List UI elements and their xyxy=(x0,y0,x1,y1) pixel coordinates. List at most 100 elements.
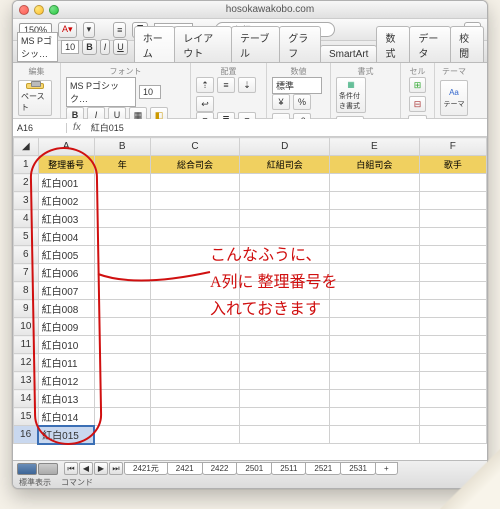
col-header[interactable]: E xyxy=(330,138,420,156)
cell[interactable]: 紅白011 xyxy=(38,354,94,372)
minimize-icon[interactable] xyxy=(34,5,44,15)
percent-icon[interactable]: % xyxy=(293,94,311,110)
tab-smartart[interactable]: SmartArt xyxy=(320,45,377,62)
row-header[interactable]: 8 xyxy=(14,282,39,300)
insert-cell-icon[interactable]: ⊞ xyxy=(409,77,427,93)
cell[interactable]: 紅白014 xyxy=(38,408,94,426)
themes-button[interactable]: Aa テーマ xyxy=(440,80,468,116)
cell[interactable]: 紅白009 xyxy=(38,318,94,336)
zoom-icon[interactable] xyxy=(49,5,59,15)
align-top-icon[interactable]: ⇡ xyxy=(196,77,214,93)
cell[interactable]: 紅白001 xyxy=(38,174,94,192)
row-header[interactable]: 15 xyxy=(14,408,39,426)
ribbon-fontsize-select[interactable]: 10 xyxy=(139,85,161,99)
row-header[interactable]: 2 xyxy=(14,174,39,192)
cell[interactable]: 紅白006 xyxy=(38,264,94,282)
cell[interactable] xyxy=(94,174,150,192)
formula-value[interactable]: 紅白015 xyxy=(87,121,487,134)
paste-button[interactable]: ペースト xyxy=(18,80,52,116)
align-bot-icon[interactable]: ⇣ xyxy=(238,77,256,93)
col-header[interactable]: F xyxy=(419,138,486,156)
cell[interactable]: 歌手 xyxy=(419,156,486,174)
cell[interactable]: 紅白013 xyxy=(38,390,94,408)
cell[interactable]: 総合司会 xyxy=(150,156,240,174)
italic-button[interactable]: I xyxy=(100,39,111,55)
view-layout-icon[interactable] xyxy=(38,463,58,475)
sheet-nav-prev[interactable]: ◀ xyxy=(79,462,93,475)
cell[interactable] xyxy=(150,174,240,192)
row-header[interactable]: 11 xyxy=(14,336,39,354)
row-header[interactable]: 13 xyxy=(14,372,39,390)
row-header[interactable]: 6 xyxy=(14,246,39,264)
cell[interactable]: 白組司会 xyxy=(330,156,420,174)
row-header[interactable]: 9 xyxy=(14,300,39,318)
col-header[interactable]: D xyxy=(240,138,330,156)
cell[interactable]: 紅白002 xyxy=(38,192,94,210)
tab-layout[interactable]: レイアウト xyxy=(174,26,232,62)
underline-button[interactable]: U xyxy=(113,39,128,55)
name-box[interactable]: A16 xyxy=(13,123,67,133)
cell[interactable] xyxy=(330,174,420,192)
sheet-add[interactable]: + xyxy=(375,462,398,475)
cell[interactable]: 紅白005 xyxy=(38,246,94,264)
table-row: 16紅白015 xyxy=(14,426,487,444)
sheet-tab[interactable]: 2421 xyxy=(167,462,203,475)
close-icon[interactable] xyxy=(19,5,29,15)
currency-icon[interactable]: ¥ xyxy=(272,94,290,110)
tab-formula[interactable]: 数式 xyxy=(376,26,410,62)
sheet-tab[interactable]: 2531 xyxy=(340,462,376,475)
align-mid-icon[interactable]: ≡ xyxy=(217,77,235,93)
cell[interactable]: 紅組司会 xyxy=(240,156,330,174)
col-header[interactable]: C xyxy=(150,138,240,156)
cell[interactable] xyxy=(419,174,486,192)
tab-chart[interactable]: グラフ xyxy=(279,26,321,62)
fx-icon[interactable]: fx xyxy=(67,122,87,133)
sheet-tab[interactable]: 2521 xyxy=(305,462,341,475)
tab-data[interactable]: データ xyxy=(409,26,451,62)
sheet-nav-first[interactable]: ⏮ xyxy=(64,462,78,475)
cell[interactable]: 紅白004 xyxy=(38,228,94,246)
col-header-row: ◢ A B C D E F xyxy=(14,138,487,156)
cell[interactable]: 年 xyxy=(94,156,150,174)
cell[interactable]: 紅白008 xyxy=(38,300,94,318)
cell[interactable]: 紅白012 xyxy=(38,372,94,390)
sheet-tab[interactable]: 2501 xyxy=(236,462,272,475)
numfmt-select[interactable]: 標準 xyxy=(272,77,322,94)
cell[interactable] xyxy=(240,174,330,192)
cell[interactable]: 紅白015 xyxy=(38,426,94,444)
view-normal-icon[interactable] xyxy=(17,463,37,475)
row-header[interactable]: 16 xyxy=(14,426,39,444)
sheet-nav-next[interactable]: ▶ xyxy=(94,462,108,475)
condfmt-button[interactable]: ▦ 条件付き書式 xyxy=(336,77,366,113)
wrap-icon[interactable]: ↩ xyxy=(196,96,214,112)
sheet-tab[interactable]: 2421元 xyxy=(124,462,168,475)
cell[interactable]: 整理番号 xyxy=(38,156,94,174)
tab-font-select[interactable]: MS Pゴシッ… xyxy=(17,32,58,62)
tab-home[interactable]: ホーム xyxy=(134,26,176,62)
ribbon-font-select[interactable]: MS Pゴシック… xyxy=(66,77,136,107)
tab-review[interactable]: 校閲 xyxy=(450,26,484,62)
row-header[interactable]: 7 xyxy=(14,264,39,282)
row-header[interactable]: 1 xyxy=(14,156,39,174)
sheet-tab[interactable]: 2422 xyxy=(202,462,238,475)
delete-cell-icon[interactable]: ⊟ xyxy=(409,96,427,112)
row-header[interactable]: 5 xyxy=(14,228,39,246)
row-header[interactable]: 14 xyxy=(14,390,39,408)
col-header[interactable]: A xyxy=(38,138,94,156)
sheet-tab[interactable]: 2511 xyxy=(271,462,306,475)
row-header[interactable]: 12 xyxy=(14,354,39,372)
worksheet[interactable]: ◢ A B C D E F 1 整理番号 年 総合司会 紅組司会 白組司会 歌手… xyxy=(13,137,487,460)
select-all-corner[interactable]: ◢ xyxy=(14,138,39,156)
tab-table[interactable]: テーブル xyxy=(231,26,280,62)
tab-fontsize-select[interactable]: 10 xyxy=(61,40,79,54)
table-row: 11紅白010 xyxy=(14,336,487,354)
row-header[interactable]: 10 xyxy=(14,318,39,336)
sheet-nav-last[interactable]: ⏭ xyxy=(109,462,123,475)
col-header[interactable]: B xyxy=(94,138,150,156)
cell[interactable]: 紅白007 xyxy=(38,282,94,300)
row-header[interactable]: 4 xyxy=(14,210,39,228)
cell[interactable]: 紅白010 xyxy=(38,336,94,354)
cell[interactable]: 紅白003 xyxy=(38,210,94,228)
row-header[interactable]: 3 xyxy=(14,192,39,210)
bold-button[interactable]: B xyxy=(82,39,97,55)
